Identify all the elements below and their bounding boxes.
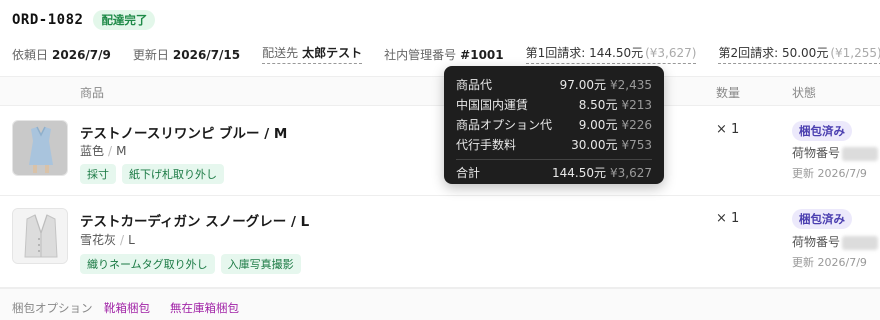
- management-number: 社内管理番号 #1001: [384, 47, 504, 62]
- order-status-badge: 配達完了: [93, 10, 156, 30]
- col-status: 状態: [792, 86, 817, 100]
- product-thumbnail[interactable]: [12, 208, 68, 264]
- payment-2-link[interactable]: 第2回請求: 50.00元 (¥1,255): [718, 44, 880, 64]
- items-table-header: 商品 数量 状態: [0, 76, 880, 106]
- service-tag: 紙下げ札取り外し: [122, 164, 224, 184]
- col-qty: 数量: [716, 86, 741, 100]
- breakdown-row: 中国国内運賃 8.50元 ¥213: [456, 98, 652, 112]
- item-quantity: × 1: [716, 122, 740, 137]
- breakdown-total: 合計 144.50元 ¥3,627: [456, 166, 652, 180]
- order-header: ORD-1082 配達完了: [12, 10, 156, 30]
- packing-option: 無在庫箱梱包: [170, 301, 239, 315]
- order-meta: 依頼日 2026/7/9 更新日 2026/7/15 配送先 太郎テスト 社内管理番号…: [12, 44, 880, 64]
- item-quantity: × 1: [716, 211, 740, 226]
- service-tag: 入庫写真撮影: [220, 254, 301, 274]
- service-tags: 織りネームタグ取り外し 入庫写真撮影: [80, 254, 301, 274]
- packing-options: 梱包オプション 靴箱梱包 無在庫箱梱包: [0, 288, 880, 320]
- product-name[interactable]: テストカーディガン スノーグレー / L: [80, 210, 309, 230]
- table-row[interactable]: テストカーディガン スノーグレー / L 雪花灰 / L 織りネームタグ取り外し 入…: [0, 196, 880, 288]
- product-thumbnail[interactable]: [12, 120, 68, 176]
- product-variant: 雪花灰 / L: [80, 233, 135, 247]
- item-status-badge: 梱包済み: [792, 121, 852, 141]
- breakdown-row: 商品オプション代 9.00元 ¥226: [456, 118, 652, 132]
- service-tags: 採寸 紙下げ札取り外し: [80, 164, 224, 184]
- created-date: 依頼日 2026/7/9: [12, 47, 111, 62]
- payment-breakdown-tooltip: 商品代 97.00元 ¥2,435 中国国内運賃 8.50元 ¥213 商品オプショ…: [444, 66, 664, 184]
- payment-1-link[interactable]: 第1回請求: 144.50元 (¥3,627): [525, 44, 697, 64]
- breakdown-divider: [456, 159, 652, 160]
- service-tag: 織りネームタグ取り外し: [80, 254, 215, 274]
- breakdown-row: 代行手数料 30.00元 ¥753: [456, 138, 652, 152]
- product-variant: 蓝色 / M: [80, 144, 127, 158]
- packing-option: 靴箱梱包: [104, 301, 150, 315]
- service-tag: 採寸: [80, 164, 116, 184]
- item-updated-date: 更新 2026/7/9: [792, 167, 867, 180]
- packing-options-label: 梱包オプション: [12, 301, 93, 315]
- order-id: ORD-1082: [12, 12, 84, 28]
- item-updated-date: 更新 2026/7/9: [792, 256, 867, 269]
- breakdown-row: 商品代 97.00元 ¥2,435: [456, 78, 652, 92]
- updated-date: 更新日 2026/7/15: [132, 47, 241, 62]
- table-row[interactable]: テストノースリワンピ ブルー / M 蓝色 / M 採寸 紙下げ札取り外し × 1 …: [0, 106, 880, 196]
- product-name[interactable]: テストノースリワンピ ブルー / M: [80, 122, 287, 142]
- tracking-number: 荷物番号: [792, 233, 879, 250]
- ship-to-link[interactable]: 配送先 太郎テスト: [262, 44, 363, 64]
- item-status-badge: 梱包済み: [792, 209, 852, 229]
- col-product: 商品: [80, 86, 105, 100]
- tracking-number: 荷物番号: [792, 144, 879, 161]
